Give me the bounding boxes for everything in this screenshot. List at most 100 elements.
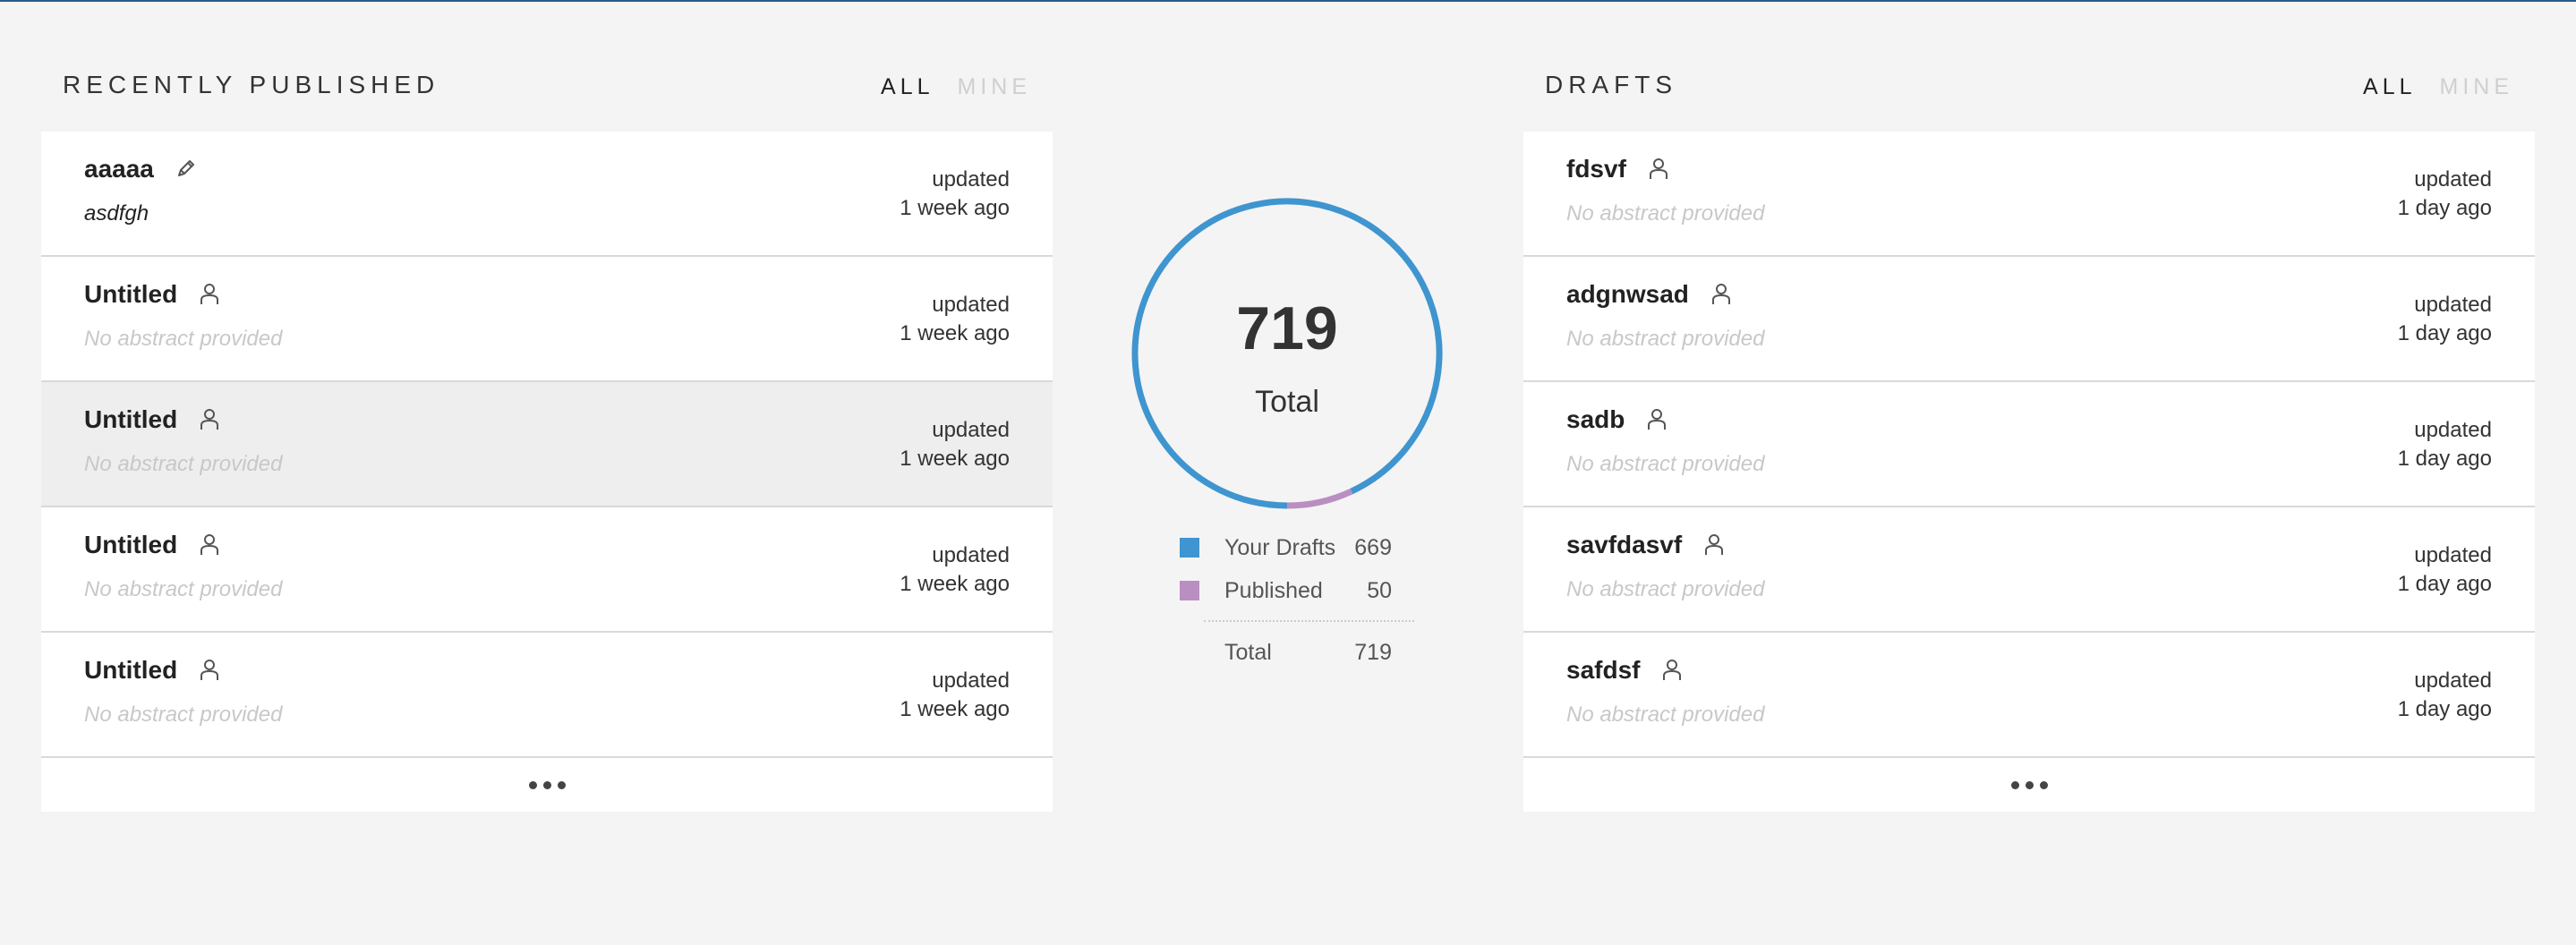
list-item[interactable]: aaaaa asdfgh updated 1 week ago <box>41 132 1053 257</box>
filter-mine-tab[interactable]: MINE <box>958 74 1032 100</box>
filter-all-tab[interactable]: ALL <box>881 74 934 100</box>
item-abstract: No abstract provided <box>1566 201 1765 226</box>
updated-label: updated <box>932 293 1010 317</box>
item-title[interactable]: sadb <box>1566 405 1625 434</box>
updated-label: updated <box>2414 418 2492 442</box>
show-more-button[interactable] <box>1523 758 2535 812</box>
donut-legend: Your Drafts 669 Published 50 Total 719 <box>1180 532 1414 681</box>
list-item[interactable]: Untitled No abstract provided updated 1 … <box>41 507 1053 633</box>
item-title[interactable]: fdsvf <box>1566 155 1626 183</box>
list-item[interactable]: safdsf No abstract provided updated 1 da… <box>1523 633 2535 758</box>
item-updated: updated 1 week ago <box>900 667 1010 724</box>
person-icon <box>199 283 220 306</box>
item-abstract: asdfgh <box>84 201 149 226</box>
panel-header: DRAFTS ALL MINE <box>1523 67 2535 132</box>
row-title-line: Untitled <box>84 280 220 309</box>
updated-time: 1 day ago <box>2397 572 2492 596</box>
item-updated: updated 1 day ago <box>2398 667 2492 724</box>
item-title[interactable]: safdsf <box>1566 656 1640 685</box>
legend-swatch <box>1180 581 1199 600</box>
donut-slice-published <box>1286 488 1353 509</box>
updated-time: 1 day ago <box>2397 447 2492 471</box>
updated-label: updated <box>2414 668 2492 693</box>
item-abstract: No abstract provided <box>84 702 283 727</box>
person-icon <box>1661 659 1683 682</box>
legend-divider <box>1204 620 1414 638</box>
person-icon <box>1648 158 1669 181</box>
list-item[interactable]: adgnwsad No abstract provided updated 1 … <box>1523 257 2535 382</box>
item-title[interactable]: Untitled <box>84 405 177 434</box>
updated-time: 1 day ago <box>2397 196 2492 220</box>
item-title[interactable]: Untitled <box>84 531 177 559</box>
list-item[interactable]: fdsvf No abstract provided updated 1 day… <box>1523 132 2535 257</box>
legend-item-published: Published 50 <box>1180 575 1414 618</box>
updated-label: updated <box>2414 167 2492 192</box>
row-title-line: Untitled <box>84 405 220 434</box>
item-abstract: No abstract provided <box>84 452 283 476</box>
updated-label: updated <box>932 418 1010 442</box>
row-title-line: fdsvf <box>1566 155 1669 183</box>
ellipsis-icon <box>528 780 566 789</box>
item-abstract: No abstract provided <box>84 577 283 601</box>
item-updated: updated 1 day ago <box>2398 166 2492 223</box>
row-title-line: Untitled <box>84 656 220 685</box>
drafts-list: fdsvf No abstract provided updated 1 day… <box>1523 132 2535 812</box>
list-item[interactable]: Untitled No abstract provided updated 1 … <box>41 257 1053 382</box>
updated-time: 1 week ago <box>900 697 1010 721</box>
totals-donut-chart: 719 Total <box>1130 197 1444 510</box>
item-title[interactable]: aaaaa <box>84 155 154 183</box>
item-updated: updated 1 week ago <box>900 416 1010 473</box>
row-title-line: safdsf <box>1566 656 1683 685</box>
person-icon <box>199 533 220 557</box>
updated-time: 1 day ago <box>2397 321 2492 345</box>
donut-total-label: Total <box>1255 385 1319 419</box>
row-title-line: sadb <box>1566 405 1668 434</box>
updated-time: 1 week ago <box>900 447 1010 471</box>
item-abstract: No abstract provided <box>1566 577 1765 601</box>
item-updated: updated 1 week ago <box>900 541 1010 599</box>
row-title-line: adgnwsad <box>1566 280 1732 309</box>
panel-header: RECENTLY PUBLISHED ALL MINE <box>41 67 1053 132</box>
item-abstract: No abstract provided <box>1566 327 1765 351</box>
item-updated: updated 1 day ago <box>2398 291 2492 348</box>
top-rule <box>0 0 2576 2</box>
pencil-icon[interactable] <box>175 158 197 181</box>
updated-label: updated <box>932 543 1010 567</box>
updated-time: 1 week ago <box>900 321 1010 345</box>
list-item[interactable]: savfdasvf No abstract provided updated 1… <box>1523 507 2535 633</box>
filter-mine-tab[interactable]: MINE <box>2440 74 2514 100</box>
item-title[interactable]: adgnwsad <box>1566 280 1689 309</box>
panel-title: RECENTLY PUBLISHED <box>63 71 440 98</box>
item-abstract: No abstract provided <box>1566 702 1765 727</box>
filter-all-tab[interactable]: ALL <box>2363 74 2416 100</box>
person-icon <box>1703 533 1725 557</box>
person-icon <box>1646 408 1668 431</box>
updated-label: updated <box>932 167 1010 192</box>
list-item[interactable]: Untitled No abstract provided updated 1 … <box>41 633 1053 758</box>
ellipsis-icon <box>2010 780 2048 789</box>
list-item[interactable]: Untitled No abstract provided updated 1 … <box>41 382 1053 507</box>
updated-label: updated <box>932 668 1010 693</box>
filter-tabs: ALL MINE <box>881 74 1031 100</box>
item-title[interactable]: Untitled <box>84 280 177 309</box>
updated-time: 1 day ago <box>2397 697 2492 721</box>
donut-total-number: 719 <box>1236 294 1338 362</box>
legend-total-value: 719 <box>1354 640 1392 665</box>
legend-value: 50 <box>1367 578 1392 603</box>
list-item[interactable]: sadb No abstract provided updated 1 day … <box>1523 382 2535 507</box>
item-updated: updated 1 day ago <box>2398 541 2492 599</box>
item-abstract: No abstract provided <box>1566 452 1765 476</box>
show-more-button[interactable] <box>41 758 1053 812</box>
panel-title: DRAFTS <box>1545 71 1677 98</box>
legend-label: Published <box>1224 578 1323 603</box>
person-icon <box>199 659 220 682</box>
person-icon <box>199 408 220 431</box>
item-title[interactable]: savfdasvf <box>1566 531 1682 559</box>
updated-label: updated <box>2414 293 2492 317</box>
item-title[interactable]: Untitled <box>84 656 177 685</box>
legend-total-label: Total <box>1224 640 1272 665</box>
updated-time: 1 week ago <box>900 196 1010 220</box>
updated-time: 1 week ago <box>900 572 1010 596</box>
updated-label: updated <box>2414 543 2492 567</box>
legend-swatch <box>1180 538 1199 558</box>
